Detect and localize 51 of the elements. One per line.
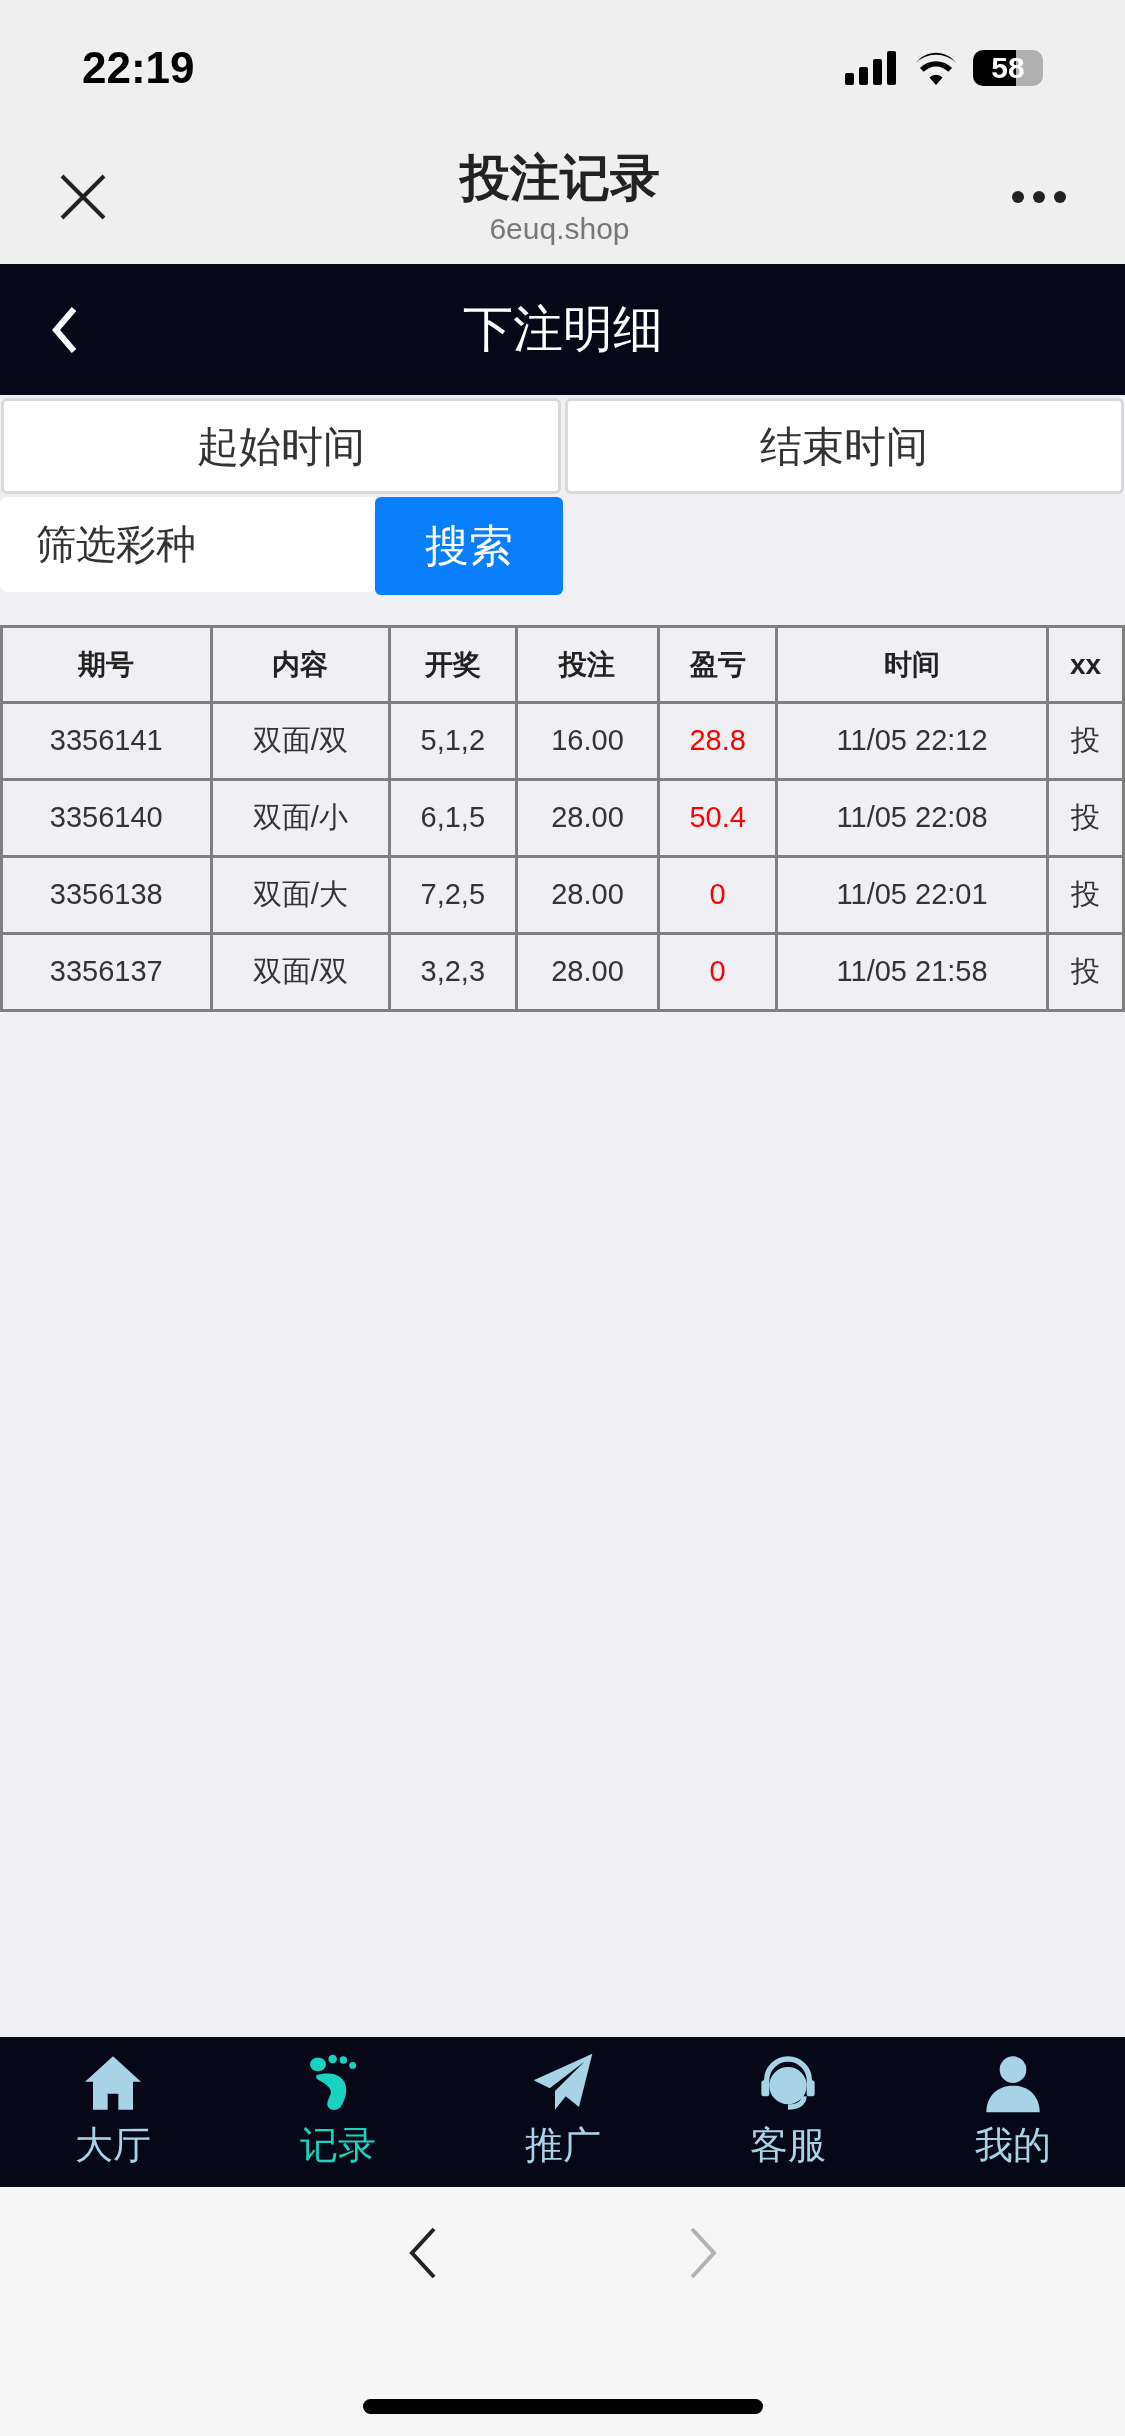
table-cell: 50.4 <box>658 779 777 857</box>
table-cell: 11/05 22:08 <box>776 779 1048 857</box>
lottery-filter-field[interactable]: 筛选彩种 <box>0 497 375 592</box>
nav-tab[interactable]: 记录 <box>225 2037 450 2187</box>
table-cell: 28.8 <box>658 702 777 780</box>
nav-tab[interactable]: 大厅 <box>0 2037 225 2187</box>
table-cell: 0 <box>658 856 777 934</box>
table-cell: 28.00 <box>516 933 659 1011</box>
column-header: xx <box>1047 626 1124 703</box>
nav-tab[interactable]: 客服 <box>675 2037 900 2187</box>
table-cell: 28.00 <box>516 856 659 934</box>
table-cell: 双面/双 <box>211 933 390 1011</box>
column-header: 期号 <box>1 626 212 703</box>
table-cell: 投 <box>1047 779 1124 857</box>
more-icon[interactable] <box>1011 190 1067 204</box>
search-button[interactable]: 搜索 <box>375 497 563 595</box>
table-cell: 3,2,3 <box>389 933 517 1011</box>
table-cell: 11/05 22:01 <box>776 856 1048 934</box>
date-button[interactable]: 起始时间 <box>1 398 561 494</box>
table-cell: 6,1,5 <box>389 779 517 857</box>
table-cell: 0 <box>658 933 777 1011</box>
table-cell: 28.00 <box>516 779 659 857</box>
close-icon[interactable] <box>58 172 108 222</box>
signal-icon <box>845 51 899 85</box>
table-cell: 3356137 <box>1 933 212 1011</box>
page-title: 下注明细 <box>462 300 663 359</box>
table-cell: 双面/小 <box>211 779 390 857</box>
table-cell: 5,1,2 <box>389 702 517 780</box>
browser-title: 投注记录 <box>459 149 660 208</box>
column-header: 投注 <box>516 626 659 703</box>
table-cell: 投 <box>1047 933 1124 1011</box>
column-header: 盈亏 <box>658 626 777 703</box>
table-cell: 11/05 22:12 <box>776 702 1048 780</box>
table-cell: 投 <box>1047 702 1124 780</box>
table-cell: 7,2,5 <box>389 856 517 934</box>
table-cell: 16.00 <box>516 702 659 780</box>
table-cell: 双面/大 <box>211 856 390 934</box>
table-cell: 3356141 <box>1 702 212 780</box>
table-cell: 3356138 <box>1 856 212 934</box>
table-cell: 投 <box>1047 856 1124 934</box>
table-cell: 双面/双 <box>211 702 390 780</box>
nav-tab[interactable]: 推广 <box>450 2037 675 2187</box>
status-time: 22:19 <box>82 42 195 94</box>
page-domain: 6euq.shop <box>489 210 630 247</box>
date-button[interactable]: 结束时间 <box>564 398 1124 494</box>
column-header: 开奖 <box>389 626 517 703</box>
column-header: 内容 <box>211 626 390 703</box>
table-cell: 11/05 21:58 <box>776 933 1048 1011</box>
nav-tab[interactable]: 我的 <box>900 2037 1125 2187</box>
table-cell: 3356140 <box>1 779 212 857</box>
column-header: 时间 <box>776 626 1048 703</box>
